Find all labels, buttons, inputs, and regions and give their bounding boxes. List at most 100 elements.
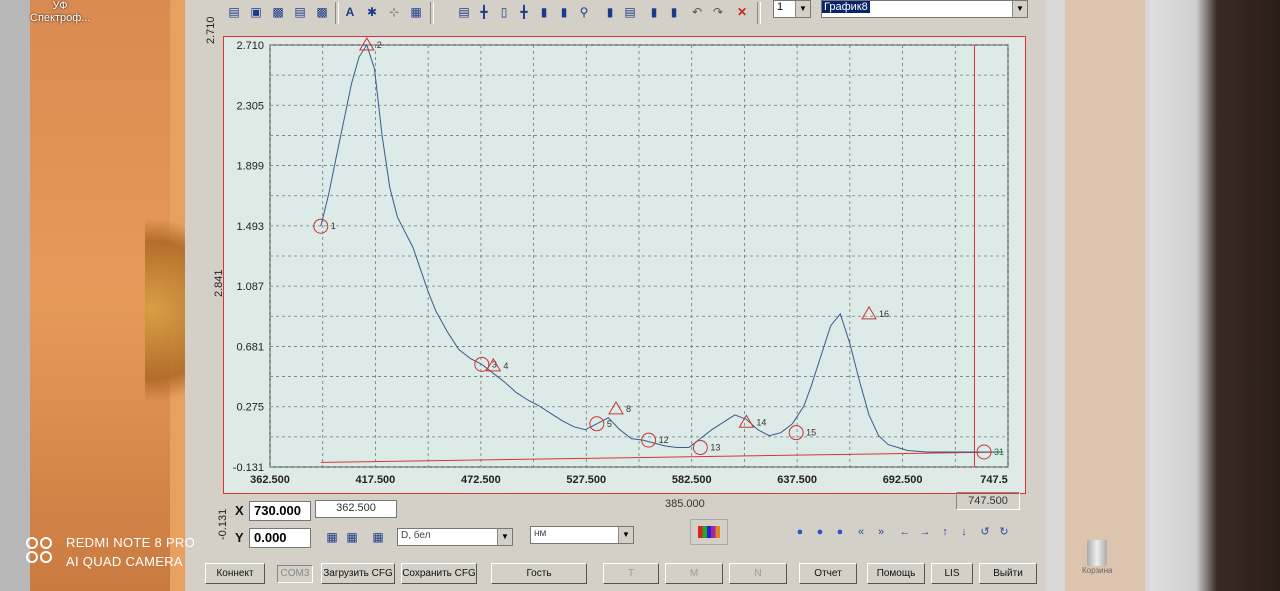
table-edit-icon[interactable]: ▦ — [343, 528, 361, 546]
undo-icon[interactable]: ↶ — [688, 3, 706, 21]
y-coord-field[interactable]: 0.000 — [249, 528, 311, 548]
x-end-field[interactable]: 747.500 — [956, 492, 1020, 510]
peak-marker-label: 15 — [806, 428, 816, 438]
main-toolbar: ▤ ▣ ▩ ▤ ▩ A ✱ ⊹ ▦ ▤ ╋ ▯ ╋ ▮ ▮ ⚲ ▮ ▤ ▮ ▮ … — [185, 0, 1045, 26]
chevron-down-icon: ▼ — [618, 527, 633, 543]
monitor-bezel-right — [1140, 0, 1280, 591]
color-palette-icon[interactable] — [690, 519, 728, 545]
y-tick-label: 1.087 — [236, 281, 264, 293]
graph-select-value: График8 — [822, 1, 870, 13]
open-folder-icon[interactable]: ▤ — [225, 3, 243, 21]
peak-marker-label: 14 — [756, 417, 766, 427]
toolbar-separator — [430, 2, 434, 24]
y-max-value: 2.710 — [205, 16, 217, 44]
zoom-vertical-icon[interactable]: ▯ — [495, 3, 513, 21]
desktop-background-left — [0, 0, 185, 591]
circle-marker-icon[interactable]: ● — [812, 524, 828, 540]
desktop-edge — [0, 0, 30, 591]
graph-select[interactable]: График8 ▼ — [821, 0, 1028, 18]
trash-can-icon — [1087, 540, 1107, 566]
rotate-right-icon[interactable]: ↻ — [996, 524, 1012, 540]
x-start-field[interactable]: 362.500 — [315, 500, 397, 518]
arrow-down-icon[interactable]: ↓ — [956, 524, 972, 540]
desktop-icon-spectrophotometer[interactable]: УФ Спектроф... — [30, 0, 90, 24]
chevron-down-icon: ▼ — [497, 529, 512, 545]
peak-marker-label: 4 — [503, 361, 508, 371]
cursor-cross-icon[interactable]: ╋ — [515, 3, 533, 21]
print-icon[interactable]: ▤ — [291, 3, 309, 21]
x-tick-label: 582.500 — [672, 474, 712, 486]
com-port-indicator: COM3 — [277, 565, 313, 583]
n-button[interactable]: N — [729, 563, 787, 584]
toolbar-separator — [335, 2, 339, 24]
x-tick-label: 472.500 — [461, 474, 501, 486]
peak-marker-label: 8 — [626, 404, 631, 414]
x-coord-label: X — [235, 503, 244, 518]
x-span-value: 385.000 — [665, 498, 705, 510]
x-tick-label: 637.500 — [777, 474, 817, 486]
cursor-vertical-icon[interactable]: ╋ — [475, 3, 493, 21]
spectrum-chart[interactable]: 2.710 2.305 1.899 1.493 1.087 0.681 0.275 -0.13… — [224, 37, 1025, 493]
connect-button[interactable]: Коннект — [205, 563, 265, 584]
area-icon[interactable]: ▮ — [555, 3, 573, 21]
first-icon[interactable]: « — [853, 524, 869, 540]
peak-marker-label: 16 — [879, 309, 889, 319]
circle-marker-alt-icon[interactable]: ● — [832, 524, 848, 540]
redo-icon[interactable]: ↷ — [709, 3, 727, 21]
guest-button[interactable]: Гость — [491, 563, 587, 584]
exit-button[interactable]: Выйти — [979, 563, 1037, 584]
toolbar-separator — [757, 2, 761, 24]
y-tick-label: -0.131 — [233, 462, 264, 474]
table-icon[interactable]: ▦ — [323, 528, 341, 546]
t-button[interactable]: T — [603, 563, 659, 584]
grid-icon[interactable]: ▤ — [621, 3, 639, 21]
camera-logo-icon — [26, 537, 54, 565]
text-tool-icon[interactable]: A — [341, 3, 359, 21]
peak-marker-label: 5 — [607, 419, 612, 429]
bottom-button-bar: Коннект COM3 Загрузить CFG Сохранить CFG… — [185, 563, 1045, 587]
zoom-horizontal-icon[interactable]: ▤ — [455, 3, 473, 21]
report-button[interactable]: Отчет — [799, 563, 857, 584]
camera-watermark: REDMI NOTE 8 PRO AI QUAD CAMERA — [26, 533, 195, 571]
circle-marker-blue-icon[interactable]: ● — [792, 524, 808, 540]
rotate-left-icon[interactable]: ↺ — [977, 524, 993, 540]
y-tick-label: 0.681 — [236, 341, 264, 353]
markers-icon[interactable]: ▮ — [601, 3, 619, 21]
save-icon[interactable]: ▣ — [247, 3, 265, 21]
magnifier-icon[interactable]: ⚲ — [575, 3, 593, 21]
help-button[interactable]: Помощь — [867, 563, 925, 584]
peak-icon[interactable]: ▮ — [535, 3, 553, 21]
export-icon[interactable]: ▩ — [313, 3, 331, 21]
arrow-up-icon[interactable]: ↑ — [937, 524, 953, 540]
peak-marker-label: 1 — [331, 221, 336, 231]
table-view-icon[interactable]: ▦ — [369, 528, 387, 546]
last-icon[interactable]: » — [873, 524, 889, 540]
overlay-icon[interactable]: ▮ — [665, 3, 683, 21]
mode-select[interactable]: D, бел ▼ — [397, 528, 513, 546]
save-cfg-button[interactable]: Сохранить CFG — [401, 563, 477, 584]
copy-icon[interactable]: ▩ — [269, 3, 287, 21]
arrow-right-icon[interactable]: → — [917, 524, 933, 540]
load-cfg-button[interactable]: Загрузить CFG — [321, 563, 395, 584]
lis-button[interactable]: LIS — [931, 563, 973, 584]
curve-number-select[interactable]: 1 ▼ — [773, 0, 811, 18]
close-icon[interactable]: ✕ — [733, 3, 751, 21]
x-coord-field[interactable]: 730.000 — [249, 501, 311, 521]
units-select[interactable]: нм ▼ — [530, 526, 634, 544]
units-select-value: нм — [534, 528, 547, 539]
arrow-left-icon[interactable]: ← — [897, 524, 913, 540]
y-tick-label: 1.899 — [236, 161, 264, 173]
x-tick-label: 692.500 — [883, 474, 923, 486]
sunflower-wallpaper — [145, 200, 185, 420]
scale-icon[interactable]: ▮ — [645, 3, 663, 21]
chevron-down-icon: ▼ — [1012, 1, 1027, 17]
desktop-icon-label-1: УФ — [52, 0, 68, 12]
recycle-bin-icon[interactable]: Корзина — [1082, 540, 1112, 580]
baseline-icon[interactable]: ⊹ — [385, 3, 403, 21]
tools-icon[interactable]: ✱ — [363, 3, 381, 21]
m-button[interactable]: M — [665, 563, 723, 584]
y-tick-label: 0.275 — [236, 402, 264, 414]
spectrum-chart-frame[interactable]: 2.710 2.305 1.899 1.493 1.087 0.681 0.275 -0.13… — [223, 36, 1026, 494]
x-tick-label: 527.500 — [566, 474, 606, 486]
calculator-icon[interactable]: ▦ — [407, 3, 425, 21]
